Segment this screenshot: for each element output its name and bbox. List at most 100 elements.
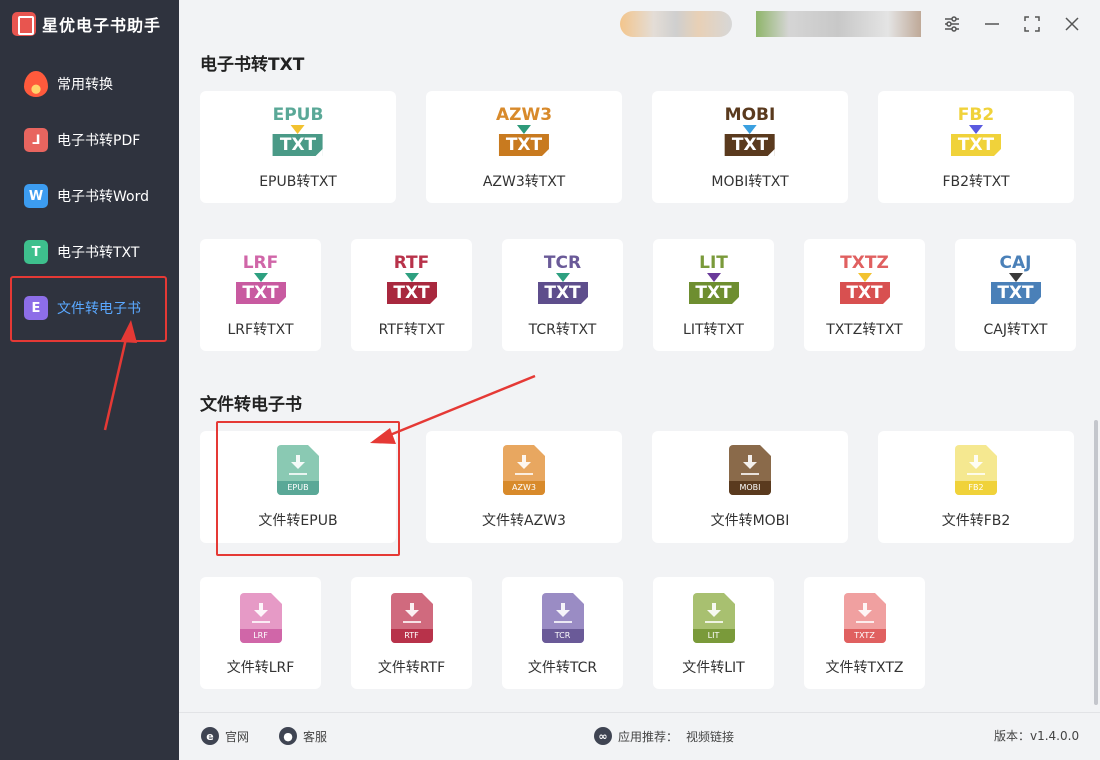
blurred-user-info <box>756 11 921 37</box>
file-format-icon: LRF <box>239 593 282 643</box>
convert-card[interactable]: RTF TXT RTF转TXT <box>351 239 472 351</box>
website-link[interactable]: e 官网 <box>201 727 249 745</box>
close-icon[interactable] <box>1059 11 1085 37</box>
convert-card[interactable]: FB2 文件转FB2 <box>878 431 1074 543</box>
app-header: 星优电子书助手 <box>0 0 179 48</box>
format-to-txt-icon: LIT TXT <box>688 253 739 304</box>
card-label: AZW3转TXT <box>482 174 566 190</box>
card-label: FB2转TXT <box>942 174 1010 190</box>
format-name: TCR <box>543 253 582 273</box>
sidebar-item-word[interactable]: W 电子书转Word <box>0 168 179 224</box>
convert-card[interactable]: MOBI 文件转MOBI <box>652 431 848 543</box>
version-text: 版本：v1.4.0.0 <box>994 727 1079 744</box>
format-to-txt-icon: MOBI TXT <box>724 105 776 156</box>
card-label: 文件转RTF <box>377 660 446 676</box>
convert-card[interactable]: AZW3 文件转AZW3 <box>426 431 622 543</box>
card-label: CAJ转TXT <box>983 322 1048 338</box>
blurred-account-info <box>620 11 732 37</box>
card-label: RTF转TXT <box>378 322 445 338</box>
settings-icon[interactable] <box>939 11 965 37</box>
convert-card[interactable]: LIT 文件转LIT <box>653 577 774 689</box>
file-format-icon: FB2 <box>955 445 997 495</box>
card-label: 文件转LRF <box>226 660 295 676</box>
app-title: 星优电子书助手 <box>42 16 162 35</box>
convert-card[interactable]: TCR 文件转TCR <box>502 577 623 689</box>
format-to-txt-icon: TXTZ TXT <box>839 253 890 304</box>
convert-card[interactable]: FB2 TXT FB2转TXT <box>878 91 1074 203</box>
highlight-box-sidebar <box>10 276 167 342</box>
sidebar-item-common[interactable]: 常用转换 <box>0 56 179 112</box>
sidebar-item-pdf[interactable]: ⅃ 电子书转PDF <box>0 112 179 168</box>
maximize-icon[interactable] <box>1019 11 1045 37</box>
convert-card[interactable]: AZW3 TXT AZW3转TXT <box>426 91 622 203</box>
txt-badge: TXT <box>990 282 1041 304</box>
card-label: 文件转TCR <box>527 660 598 676</box>
format-name: FB2 <box>957 105 995 125</box>
ie-icon: e <box>201 727 219 745</box>
format-to-txt-icon: CAJ TXT <box>990 253 1041 304</box>
card-label: 文件转LIT <box>682 660 745 676</box>
txt-badge: TXT <box>498 134 549 156</box>
link-icon: ∞ <box>594 727 612 745</box>
format-tag: TCR <box>541 629 584 643</box>
sidebar-item-label: 电子书转Word <box>57 189 149 205</box>
convert-card[interactable]: TXTZ TXT TXTZ转TXT <box>804 239 925 351</box>
card-label: 文件转FB2 <box>941 513 1011 529</box>
card-label: MOBI转TXT <box>711 174 789 190</box>
format-name: LIT <box>699 253 728 273</box>
format-tag: FB2 <box>955 481 997 495</box>
card-label: LIT转TXT <box>683 322 744 338</box>
convert-card[interactable]: LRF TXT LRF转TXT <box>200 239 321 351</box>
format-tag: AZW3 <box>503 481 545 495</box>
format-to-txt-icon: RTF TXT <box>386 253 437 304</box>
format-to-txt-icon: EPUB TXT <box>273 105 323 156</box>
arrow-down-icon <box>743 125 757 134</box>
scrollbar[interactable] <box>1094 420 1098 705</box>
sidebar: 星优电子书助手 常用转换 ⅃ 电子书转PDF W 电子书转Word T 电子书转… <box>0 0 179 760</box>
version-label: 版本：v1.4.0.0 <box>994 729 1080 743</box>
minimize-icon[interactable] <box>979 11 1005 37</box>
arrow-down-icon <box>969 125 983 134</box>
convert-card[interactable]: LRF 文件转LRF <box>200 577 321 689</box>
recommend-value: 视频链接 <box>686 729 735 744</box>
sidebar-item-txt[interactable]: T 电子书转TXT <box>0 224 179 280</box>
txt-badge: TXT <box>725 134 775 156</box>
service-label: 客服 <box>303 729 328 744</box>
section-title-to-txt: 电子书转TXT <box>200 55 305 75</box>
format-tag: LIT <box>692 629 735 643</box>
format-tag: TXTZ <box>843 629 886 643</box>
card-label: 文件转MOBI <box>710 513 790 529</box>
convert-card[interactable]: MOBI TXT MOBI转TXT <box>652 91 848 203</box>
recommend-label: 应用推荐： <box>618 729 679 744</box>
chat-icon: ● <box>279 727 297 745</box>
recommend-link[interactable]: ∞ 应用推荐： 视频链接 <box>594 727 734 745</box>
card-label: TCR转TXT <box>528 322 597 338</box>
convert-card[interactable]: TXTZ 文件转TXTZ <box>804 577 925 689</box>
format-name: MOBI <box>724 105 776 125</box>
convert-card[interactable]: RTF 文件转RTF <box>351 577 472 689</box>
txt-badge: TXT <box>537 282 588 304</box>
word-icon: W <box>24 184 48 208</box>
card-label: EPUB转TXT <box>259 174 337 190</box>
sidebar-item-label: 电子书转TXT <box>57 245 140 261</box>
arrow-down-icon <box>404 273 419 282</box>
txt-badge: TXT <box>839 282 890 304</box>
section-title-to-ebook: 文件转电子书 <box>200 395 302 415</box>
flame-icon <box>24 71 48 97</box>
format-name: CAJ <box>999 253 1032 273</box>
file-format-icon: TCR <box>541 593 584 643</box>
txt-badge: TXT <box>386 282 437 304</box>
convert-card[interactable]: EPUB TXT EPUB转TXT <box>200 91 396 203</box>
arrow-down-icon <box>516 125 531 134</box>
format-tag: MOBI <box>729 481 771 495</box>
txt-badge: TXT <box>235 282 286 304</box>
convert-card[interactable]: TCR TXT TCR转TXT <box>502 239 623 351</box>
format-name: TXTZ <box>840 253 889 273</box>
convert-card[interactable]: LIT TXT LIT转TXT <box>653 239 774 351</box>
service-link[interactable]: ● 客服 <box>279 727 327 745</box>
arrow-down-icon <box>1008 273 1023 282</box>
convert-card[interactable]: CAJ TXT CAJ转TXT <box>955 239 1076 351</box>
arrow-down-icon <box>857 273 872 282</box>
title-bar <box>179 0 1100 48</box>
arrow-down-icon <box>253 273 268 282</box>
